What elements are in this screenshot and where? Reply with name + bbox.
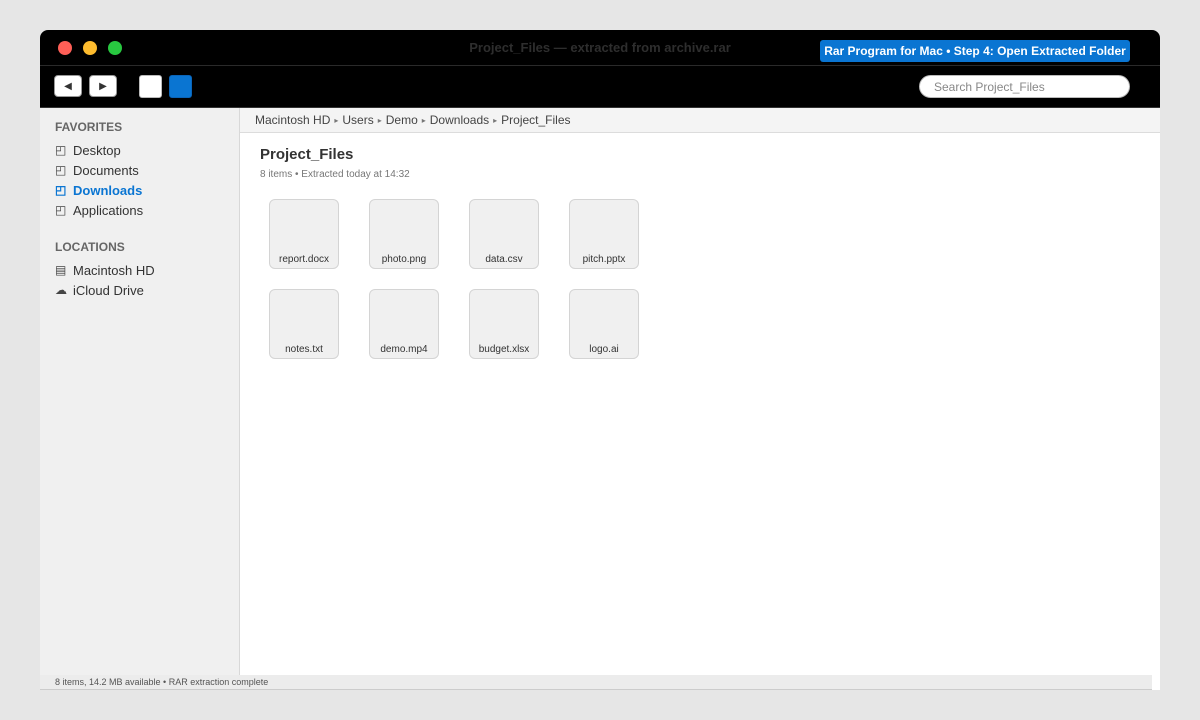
file-item[interactable]: report.docx xyxy=(269,199,339,269)
folder-title: Project_Files xyxy=(260,146,354,163)
file-item[interactable]: photo.png xyxy=(369,199,439,269)
file-item[interactable]: pitch.pptx xyxy=(569,199,639,269)
file-item[interactable]: logo.ai xyxy=(569,289,639,359)
file-item[interactable]: demo.mp4 xyxy=(369,289,439,359)
sidebar-item-label: iCloud Drive xyxy=(73,282,144,298)
title-bar: Project_Files — extracted from archive.r… xyxy=(40,30,1160,66)
locations-header: LOCATIONS xyxy=(55,240,125,254)
breadcrumb-item[interactable]: Project_Files xyxy=(501,113,570,127)
folder-icon: ◰ xyxy=(55,203,67,217)
cloud-icon: ☁ xyxy=(55,283,67,297)
sidebar-item-macintosh-hd[interactable]: ▤ Macintosh HD xyxy=(55,261,155,279)
breadcrumb-item[interactable]: Demo xyxy=(386,113,418,127)
forward-arrow-icon: ▶ xyxy=(99,80,107,92)
sidebar-item-applications[interactable]: ◰ Applications xyxy=(55,201,143,219)
file-name: data.csv xyxy=(485,254,523,265)
favorites-header: FAVORITES xyxy=(55,120,123,134)
close-window-button[interactable] xyxy=(58,41,72,55)
file-name: pitch.pptx xyxy=(582,254,626,265)
status-bar: 8 items, 14.2 MB available • RAR extract… xyxy=(40,675,1152,690)
chevron-right-icon: ▸ xyxy=(377,115,382,125)
toolbar: ◀ ▶ xyxy=(40,66,1160,108)
zoom-window-button[interactable] xyxy=(108,41,122,55)
chevron-right-icon: ▸ xyxy=(334,115,339,125)
forward-button[interactable]: ▶ xyxy=(89,75,117,97)
step-banner: Rar Program for Mac • Step 4: Open Extra… xyxy=(820,40,1130,62)
folder-icon: ◰ xyxy=(55,183,67,197)
file-item[interactable]: budget.xlsx xyxy=(469,289,539,359)
file-name: photo.png xyxy=(381,254,427,265)
finder-window: Project_Files — extracted from archive.r… xyxy=(40,30,1160,690)
chevron-right-icon: ▸ xyxy=(421,115,426,125)
drive-icon: ▤ xyxy=(55,263,67,277)
back-button[interactable]: ◀ xyxy=(54,75,82,97)
sidebar: FAVORITES ◰ Desktop ◰ Documents ◰ Downlo… xyxy=(40,108,240,690)
breadcrumb-item[interactable]: Macintosh HD xyxy=(255,113,330,127)
file-name: budget.xlsx xyxy=(478,344,530,355)
file-item[interactable]: notes.txt xyxy=(269,289,339,359)
sidebar-item-label: Applications xyxy=(73,202,144,218)
sidebar-item-desktop[interactable]: ◰ Desktop xyxy=(55,141,121,159)
folder-icon: ◰ xyxy=(55,163,67,177)
icon-view-button[interactable] xyxy=(139,75,162,98)
search-input[interactable] xyxy=(919,75,1130,98)
file-name: demo.mp4 xyxy=(380,344,428,355)
file-name: notes.txt xyxy=(285,344,323,355)
sidebar-item-icloud-drive[interactable]: ☁ iCloud Drive xyxy=(55,281,144,299)
breadcrumb: Macintosh HD ▸ Users ▸ Demo ▸ Downloads … xyxy=(240,108,1160,133)
file-name: report.docx xyxy=(278,254,330,265)
breadcrumb-item[interactable]: Downloads xyxy=(430,113,489,127)
chevron-right-icon: ▸ xyxy=(493,115,498,125)
back-arrow-icon: ◀ xyxy=(64,80,72,92)
sidebar-item-downloads[interactable]: ◰ Downloads xyxy=(55,181,142,199)
sidebar-item-label: Documents xyxy=(73,162,139,178)
folder-icon: ◰ xyxy=(55,143,67,157)
sidebar-item-label: Downloads xyxy=(73,182,143,198)
folder-subtitle: 8 items • Extracted today at 14:32 xyxy=(260,169,410,180)
minimize-window-button[interactable] xyxy=(83,41,97,55)
sidebar-item-label: Desktop xyxy=(73,142,121,158)
sidebar-item-documents[interactable]: ◰ Documents xyxy=(55,161,139,179)
list-view-button[interactable] xyxy=(169,75,192,98)
breadcrumb-item[interactable]: Users xyxy=(342,113,373,127)
file-item[interactable]: data.csv xyxy=(469,199,539,269)
file-name: logo.ai xyxy=(589,344,619,355)
sidebar-item-label: Macintosh HD xyxy=(73,262,155,278)
